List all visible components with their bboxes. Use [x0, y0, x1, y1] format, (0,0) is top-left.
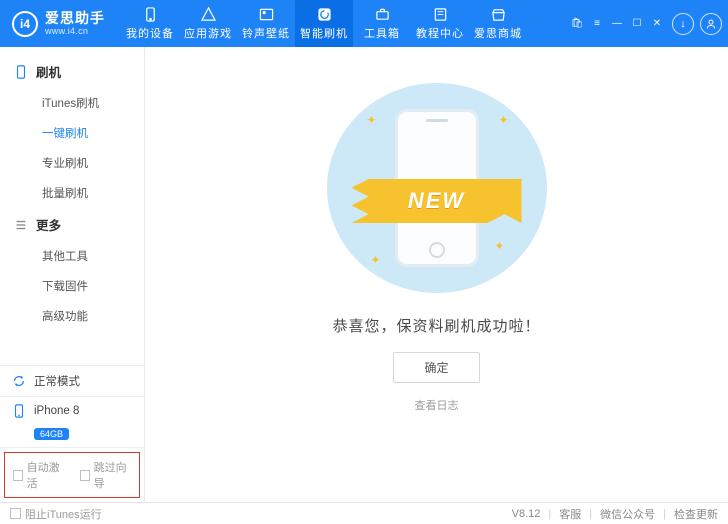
sidebar-item-batch-flash[interactable]: 批量刷机: [0, 178, 144, 208]
checkbox-skip-guide[interactable]: 跳过向导: [80, 459, 131, 491]
checkbox-icon: [10, 508, 21, 519]
checkbox-icon: [13, 470, 23, 481]
sparkle-icon: ✦: [498, 113, 508, 127]
store-icon: [490, 6, 506, 22]
section-flash[interactable]: 刷机: [0, 55, 144, 88]
sync-icon: [12, 374, 26, 388]
sparkle-icon: ✦: [494, 239, 504, 253]
briefcase-icon: [374, 6, 390, 22]
sidebar-bottom: 正常模式 iPhone 8 64GB 自动激活 跳过向导: [0, 365, 144, 502]
close-icon[interactable]: ✕: [650, 17, 664, 31]
sidebar-item-advanced[interactable]: 高级功能: [0, 301, 144, 331]
checkbox-icon: [80, 470, 90, 481]
view-log-link[interactable]: 查看日志: [415, 397, 459, 413]
top-nav: 我的设备 应用游戏 铃声壁纸 智能刷机 工具箱: [121, 0, 527, 47]
minimize-icon[interactable]: —: [610, 17, 624, 31]
wechat-link[interactable]: 微信公众号: [600, 506, 655, 522]
device-info[interactable]: iPhone 8 64GB: [0, 397, 144, 448]
version-label: V8.12: [512, 508, 541, 520]
check-update-link[interactable]: 检查更新: [674, 506, 718, 522]
device-mode-label: 正常模式: [34, 373, 80, 389]
menu-icon[interactable]: ≡: [590, 17, 604, 31]
download-icon[interactable]: ↓: [672, 13, 694, 35]
logo-icon: i4: [12, 11, 38, 37]
list-icon: [14, 218, 28, 232]
success-illustration: ✦ ✦ ✦ ✦ NEW: [327, 83, 547, 293]
main-panel: ✦ ✦ ✦ ✦ NEW 恭喜您，保资料刷机成功啦！ 确定 查看日志: [145, 47, 728, 502]
auto-activate-label: 自动激活: [27, 459, 64, 491]
window-buttons: 🛍 ≡ — ☐ ✕: [570, 17, 664, 31]
highlight-options: 自动激活 跳过向导: [4, 452, 140, 498]
sidebar-item-onekey-flash[interactable]: 一键刷机: [0, 118, 144, 148]
sparkle-icon: ✦: [371, 253, 381, 267]
image-icon: [258, 6, 274, 22]
nav-store[interactable]: 爱思商城: [469, 0, 527, 47]
sidebar-item-itunes-flash[interactable]: iTunes刷机: [0, 88, 144, 118]
nav-app-game[interactable]: 应用游戏: [179, 0, 237, 47]
sidebar-item-other-tools[interactable]: 其他工具: [0, 241, 144, 271]
nav-my-device[interactable]: 我的设备: [121, 0, 179, 47]
support-link[interactable]: 客服: [559, 506, 581, 522]
device-capacity-badge: 64GB: [34, 428, 69, 440]
sidebar-item-download-fw[interactable]: 下载固件: [0, 271, 144, 301]
checkbox-block-itunes[interactable]: 阻止iTunes运行: [10, 506, 102, 522]
statusbar: 阻止iTunes运行 V8.12 | 客服 | 微信公众号 | 检查更新: [0, 502, 728, 524]
checkbox-auto-activate[interactable]: 自动激活: [13, 459, 64, 491]
block-itunes-label: 阻止iTunes运行: [25, 506, 102, 522]
maximize-icon[interactable]: ☐: [630, 17, 644, 31]
nav-ringtone-wallpaper[interactable]: 铃声壁纸: [237, 0, 295, 47]
device-icon: [12, 404, 26, 418]
new-ribbon: NEW: [352, 179, 522, 223]
section-more[interactable]: 更多: [0, 208, 144, 241]
sidebar-item-pro-flash[interactable]: 专业刷机: [0, 148, 144, 178]
skip-guide-label: 跳过向导: [94, 459, 131, 491]
apps-icon: [200, 6, 216, 22]
sparkle-icon: ✦: [367, 113, 377, 127]
brand-logo: i4 爱思助手 www.i4.cn: [0, 0, 121, 47]
nav-smart-flash[interactable]: 智能刷机: [295, 0, 353, 47]
brand-name: 爱思助手: [45, 11, 105, 25]
section-flash-title: 刷机: [36, 62, 61, 81]
success-message: 恭喜您，保资料刷机成功啦！: [332, 315, 540, 336]
book-icon: [432, 6, 448, 22]
nav-toolbox[interactable]: 工具箱: [353, 0, 411, 47]
phone-outline-icon: [14, 65, 28, 79]
section-more-title: 更多: [36, 215, 61, 234]
cart-icon[interactable]: 🛍: [570, 17, 584, 31]
device-mode[interactable]: 正常模式: [0, 366, 144, 397]
nav-tutorial[interactable]: 教程中心: [411, 0, 469, 47]
phone-icon: [142, 6, 158, 22]
device-name: iPhone 8: [34, 405, 79, 417]
refresh-icon: [316, 6, 332, 22]
app-header: i4 爱思助手 www.i4.cn 我的设备 应用游戏 铃声壁纸: [0, 0, 728, 47]
brand-url: www.i4.cn: [45, 27, 105, 36]
user-icon[interactable]: [700, 13, 722, 35]
sidebar: 刷机 iTunes刷机 一键刷机 专业刷机 批量刷机 更多 其他工具 下载固件 …: [0, 47, 145, 502]
ok-button[interactable]: 确定: [393, 352, 479, 383]
header-right: 🛍 ≡ — ☐ ✕ ↓: [570, 0, 728, 47]
